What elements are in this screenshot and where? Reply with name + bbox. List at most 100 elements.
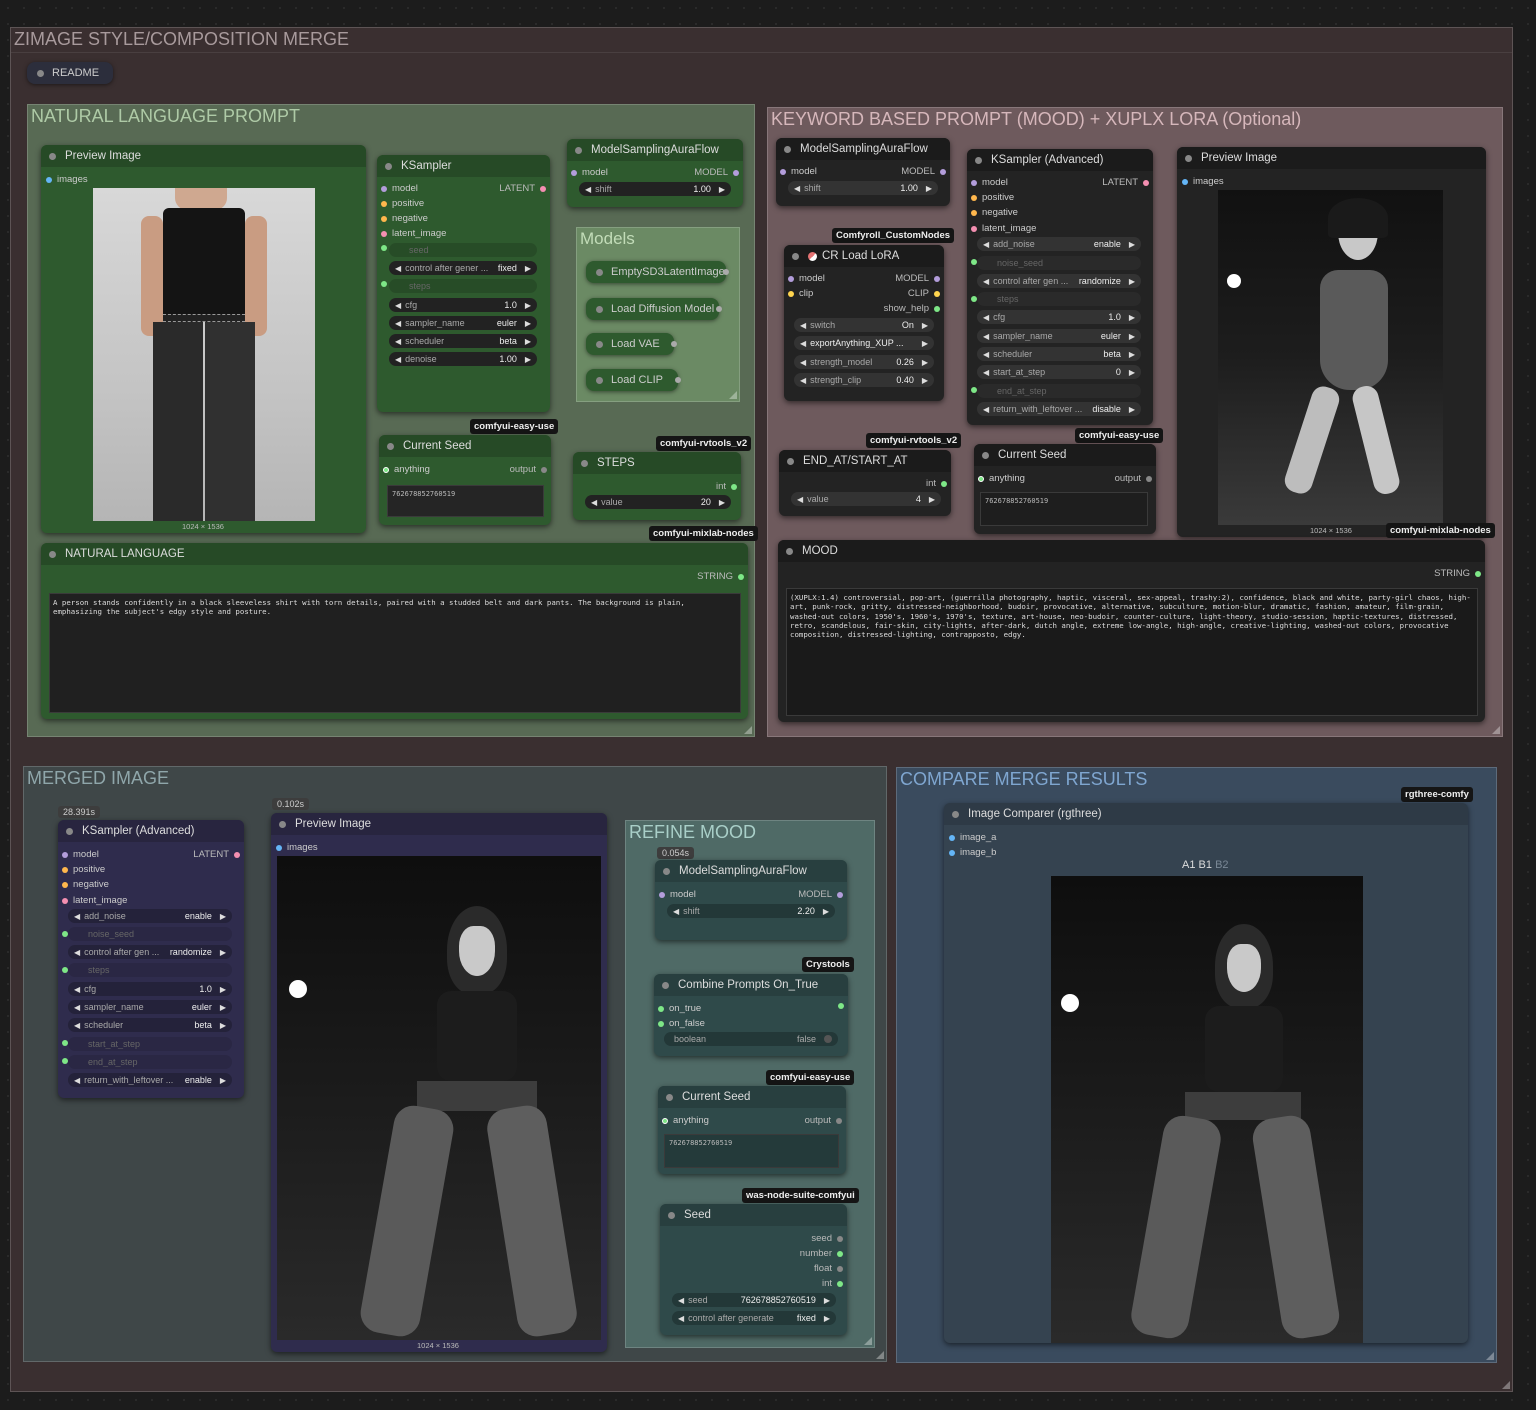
output-dot-icon[interactable] [934,275,940,282]
latent-image-input[interactable]: latent_image [971,223,1036,234]
collapse-dot-icon[interactable] [581,459,588,467]
input-dot-icon[interactable] [571,169,577,176]
node-header[interactable]: Preview Image [1177,147,1486,169]
collapse-dot-icon[interactable] [786,547,793,555]
arrow-right-icon[interactable]: ▶ [922,376,928,385]
anything-input[interactable]: anything [978,473,1025,484]
string-output[interactable]: STRING [697,571,744,582]
output-dot-icon[interactable] [540,185,546,192]
arrow-right-icon[interactable]: ▶ [525,355,531,364]
return-with-leftover-widget[interactable]: ◀ return_with_leftover ... enable ▶ [68,1073,232,1087]
collapse-dot-icon[interactable] [662,981,669,989]
node-header[interactable]: Preview Image [41,145,366,167]
string-output[interactable]: STRING [1434,568,1481,579]
output-dot-icon[interactable] [716,306,722,312]
clip-output[interactable]: CLIP [908,288,940,299]
int-output[interactable]: int [716,481,737,492]
node-header[interactable]: ModelSamplingAuraFlow [776,138,950,160]
output-dot-icon[interactable] [1475,570,1481,577]
output-dot-icon[interactable] [1146,475,1152,482]
end-at-step-widget[interactable]: end_at_step [68,1055,232,1069]
output-dot-icon[interactable] [837,891,843,898]
collapse-dot-icon[interactable] [596,340,603,348]
end-at-step-widget[interactable]: end_at_step [977,384,1141,398]
current-seed-node[interactable]: Current Seed anything output 76267885276… [658,1086,846,1174]
ksampler-node[interactable]: KSampler model positive negative latent_… [377,155,550,412]
boolean-toggle[interactable]: boolean false [664,1032,838,1046]
collapse-dot-icon[interactable] [982,451,989,459]
combined-output[interactable] [833,1003,844,1009]
latent-image-input[interactable]: latent_image [62,895,127,906]
group-resize-handle[interactable] [1486,1352,1494,1360]
arrow-right-icon[interactable]: ▶ [824,1296,830,1305]
input-dot-icon[interactable] [62,897,68,904]
collapse-dot-icon[interactable] [1185,154,1192,162]
collapse-dot-icon[interactable] [975,156,982,164]
group-resize-handle[interactable] [744,726,752,734]
node-header[interactable]: Combine Prompts On_True [654,974,848,996]
collapse-dot-icon[interactable] [787,457,794,465]
arrow-right-icon[interactable]: ▶ [922,358,928,367]
collapse-dot-icon[interactable] [784,145,791,153]
steps-widget[interactable]: steps [389,279,537,293]
preview-image-node[interactable]: Preview Image images 1024 × 1536 [271,813,607,1352]
output-dot-icon[interactable] [940,168,946,175]
add-noise-widget[interactable]: ◀ add_noise enable ▶ [68,909,232,923]
input-dot-icon[interactable] [949,834,955,841]
shift-widget[interactable]: ◀ shift 1.00 ▶ [788,181,938,195]
output-dot-icon[interactable] [838,1003,844,1009]
output-dot-icon[interactable] [837,1265,843,1272]
node-header[interactable]: STEPS [573,452,741,474]
control-after-generate-widget[interactable]: ◀ control after gener ... fixed ▶ [389,261,537,275]
latent-output[interactable]: LATENT [1102,177,1149,188]
input-dot-icon[interactable] [62,881,68,888]
image-b-input[interactable]: image_b [949,847,996,858]
on-true-input[interactable]: on_true [658,1003,701,1014]
collapse-dot-icon[interactable] [37,69,44,77]
model-output[interactable]: MODEL [798,889,843,900]
shift-widget[interactable]: ◀ shift 2.20 ▶ [667,904,835,918]
on-false-input[interactable]: on_false [658,1018,705,1029]
output-dot-icon[interactable] [837,1250,843,1257]
anything-input[interactable]: anything [662,1115,709,1126]
prompt-textarea[interactable]: A person stands confidently in a black s… [49,593,741,713]
preview-image-node[interactable]: Preview Image images 1024 × 1536 [41,145,366,533]
compare-photo[interactable] [1051,876,1363,1343]
show-help-output[interactable]: show_help [884,303,940,314]
input-dot-icon[interactable] [971,225,977,232]
input-dot-icon[interactable] [780,168,786,175]
current-seed-node[interactable]: Current Seed anything output 76267885276… [379,435,551,525]
input-dot-icon[interactable] [971,179,977,186]
float-output[interactable]: float [814,1263,843,1274]
arrow-right-icon[interactable]: ▶ [719,498,725,507]
output-dot-icon[interactable] [1143,179,1149,186]
latent-output[interactable]: LATENT [499,183,546,194]
control-after-generate-widget[interactable]: ◀ control after gen ... randomize ▶ [977,274,1141,288]
shift-widget[interactable]: ◀ shift 1.00 ▶ [579,182,731,196]
collapse-dot-icon[interactable] [666,1093,673,1101]
end-at-start-at-node[interactable]: END_AT/START_AT int ◀ value 4 ▶ [779,450,951,516]
ksampler-advanced-node[interactable]: KSampler (Advanced) model positive negat… [967,149,1153,425]
negative-input[interactable]: negative [62,879,109,890]
steps-widget[interactable]: steps [68,963,232,977]
node-header[interactable]: ModelSamplingAuraFlow [567,139,743,161]
control-after-generate-widget[interactable]: ◀ control after gen ... randomize ▶ [68,945,232,959]
arrow-right-icon[interactable]: ▶ [824,1314,830,1323]
sampler-name-widget[interactable]: ◀ sampler_name euler ▶ [389,316,537,330]
model-output[interactable]: MODEL [901,166,946,177]
positive-input[interactable]: positive [971,192,1014,203]
node-header[interactable]: Current Seed [658,1086,846,1108]
model-input[interactable]: model [62,849,99,860]
output-slot[interactable]: output [510,464,547,475]
compare-label-b2[interactable]: B2 [1215,859,1228,871]
arrow-right-icon[interactable]: ▶ [525,301,531,310]
arrow-right-icon[interactable]: ▶ [525,319,531,328]
input-dot-icon[interactable] [971,209,977,216]
model-sampling-auraflow-node[interactable]: ModelSamplingAuraFlow model MODEL ◀ shift… [776,138,950,206]
model-input[interactable]: model [971,177,1008,188]
node-header[interactable]: Preview Image [271,813,607,835]
input-dot-icon[interactable] [381,185,387,192]
input-dot-icon[interactable] [659,891,665,898]
compare-image-selector[interactable]: A1 B1 B2 [1182,859,1229,871]
sampler-name-widget[interactable]: ◀ sampler_name euler ▶ [977,329,1141,343]
